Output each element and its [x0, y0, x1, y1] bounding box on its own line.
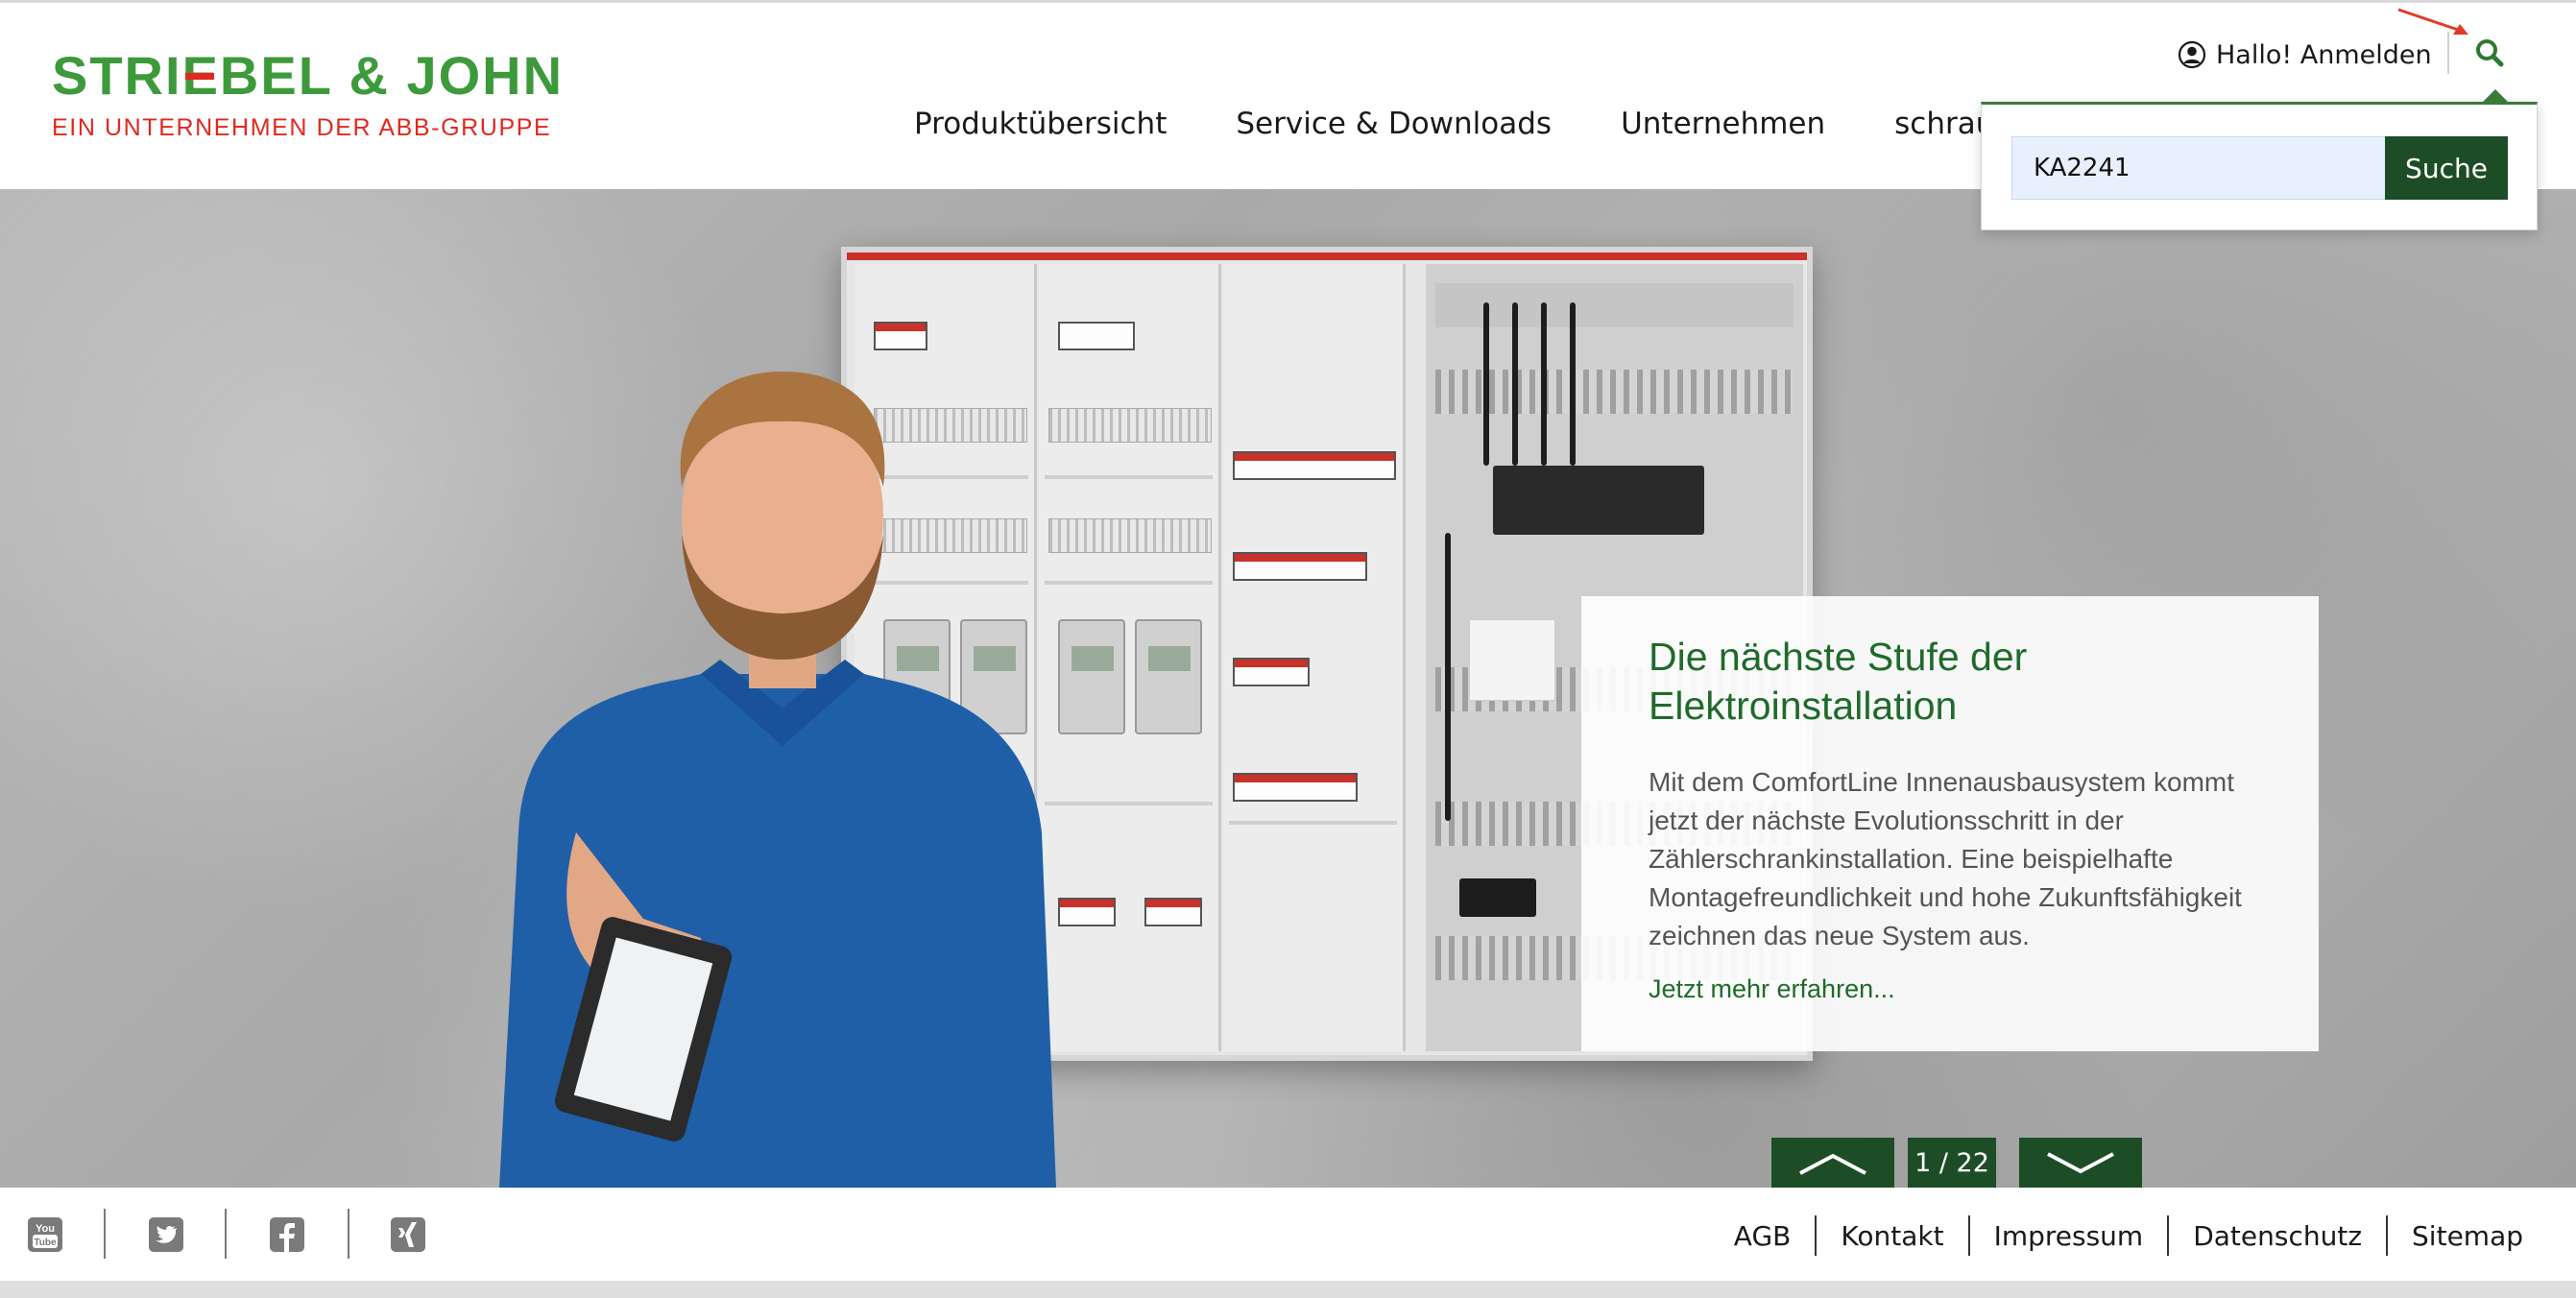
search-submit-button[interactable]: Suche: [2385, 136, 2508, 200]
footer-link-kontakt[interactable]: Kontakt: [1817, 1220, 1967, 1252]
twitter-icon: [149, 1217, 183, 1252]
facebook-link[interactable]: [265, 1213, 309, 1257]
user-icon: [2178, 40, 2206, 69]
youtube-link[interactable]: You Tube: [23, 1213, 67, 1257]
logo-tagline: EIN UNTERNEHMEN DER ABB-GRUPPE: [52, 114, 552, 141]
slide-counter-box: 1 / 22: [1908, 1138, 1996, 1188]
search-icon: [2476, 39, 2504, 67]
hero-person-image: [499, 372, 1056, 1188]
promo-text: Mit dem ComfortLine Innenausbausystem ko…: [1649, 767, 2242, 950]
chevron-up-icon: [1799, 1153, 1866, 1175]
annotation-arrow: [2397, 8, 2468, 35]
brand-logo[interactable]: STRIEBEL & JOHN EIN UNTERNEHMEN DER ABB-…: [52, 45, 565, 145]
slide-next-button[interactable]: [2019, 1138, 2142, 1188]
footer-link-impressum[interactable]: Impressum: [1970, 1220, 2168, 1252]
xing-icon: [391, 1217, 425, 1252]
window-bottom-edge: [0, 1281, 2576, 1298]
search-input[interactable]: [2011, 136, 2447, 200]
footer-links: AGB Kontakt Impressum Datenschutz Sitema…: [1710, 1214, 2523, 1257]
promo-card: Die nächste Stufe der Elektroinstallatio…: [1581, 596, 2319, 1051]
chevron-down-icon: [2047, 1152, 2114, 1174]
youtube-icon: You Tube: [28, 1217, 62, 1252]
nav-item-produktuebersicht[interactable]: Produktübersicht: [914, 107, 1167, 141]
slide-counter: 1 / 22: [1914, 1147, 1989, 1178]
facebook-icon: [270, 1217, 304, 1252]
svg-text:You: You: [36, 1223, 55, 1235]
footer-link-datenschutz[interactable]: Datenschutz: [2169, 1220, 2386, 1252]
login-link[interactable]: Hallo! Anmelden: [2178, 36, 2432, 74]
footer-link-sitemap[interactable]: Sitemap: [2388, 1220, 2523, 1252]
nav-item-service-downloads[interactable]: Service & Downloads: [1236, 107, 1552, 141]
footer-link-agb[interactable]: AGB: [1710, 1220, 1816, 1252]
svg-text:Tube: Tube: [34, 1238, 57, 1248]
promo-read-more-link[interactable]: Jetzt mehr erfahren...: [1649, 974, 2275, 1004]
twitter-link[interactable]: [144, 1213, 188, 1257]
logo-wordmark: STRIEBEL & JOHN: [52, 45, 565, 106]
search-dropdown: Suche: [1981, 89, 2538, 230]
main-nav: Produktübersicht Service & Downloads Unt…: [914, 103, 2102, 145]
search-toggle-button[interactable]: [2470, 34, 2509, 72]
xing-link[interactable]: [386, 1213, 430, 1257]
nav-item-unternehmen[interactable]: Unternehmen: [1621, 107, 1825, 141]
hero-slider: Die nächste Stufe der Elektroinstallatio…: [0, 189, 2576, 1188]
slide-prev-button[interactable]: [1771, 1138, 1894, 1188]
site-footer: You Tube AGB Kontakt Impressum Datenschu…: [0, 1188, 2576, 1281]
login-label: Hallo! Anmelden: [2216, 39, 2432, 70]
promo-title: Die nächste Stufe der Elektroinstallatio…: [1649, 635, 2028, 728]
